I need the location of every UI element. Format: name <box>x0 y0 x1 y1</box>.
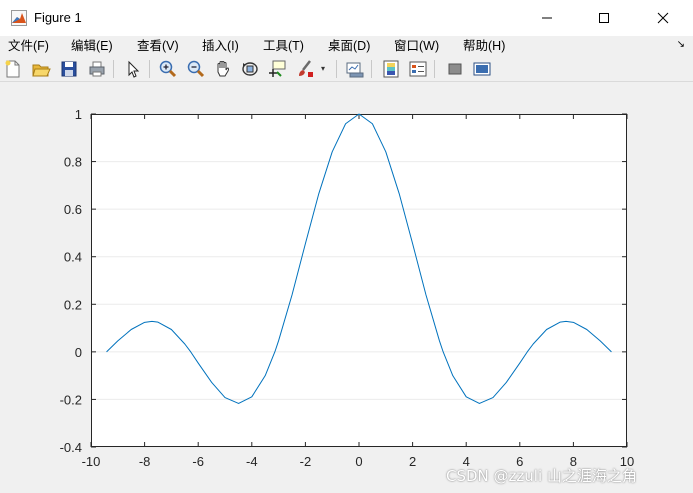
watermark-text: CSDN @zzuli 山之涯海之角 <box>446 467 637 485</box>
y-tick-label: -0.4 <box>60 440 82 455</box>
y-tick-label: 0 <box>75 345 82 360</box>
x-tick-label: 2 <box>409 454 416 469</box>
y-tick-label: -0.2 <box>60 392 82 407</box>
y-tick-label: 0.4 <box>64 250 82 265</box>
y-tick-label: 0.6 <box>64 202 82 217</box>
y-tick-label: 0.8 <box>64 155 82 170</box>
x-tick-label: -6 <box>192 454 204 469</box>
x-tick-label: -10 <box>82 454 101 469</box>
figure-window: Figure 1 文件(F) 编辑(E) 查看(V) 插入(I) 工具(T) 桌… <box>0 0 693 493</box>
x-tick-label: -2 <box>300 454 312 469</box>
line-plot[interactable]: -10 -8 -6 -4 -2 0 2 4 6 8 10-0.4-0.200.20.40.60.81 <box>0 0 693 493</box>
y-tick-label: 1 <box>75 107 82 122</box>
x-tick-label: 0 <box>355 454 362 469</box>
axes-background <box>91 114 627 447</box>
x-tick-label: -8 <box>139 454 151 469</box>
x-tick-label: -4 <box>246 454 258 469</box>
y-tick-label: 0.2 <box>64 297 82 312</box>
